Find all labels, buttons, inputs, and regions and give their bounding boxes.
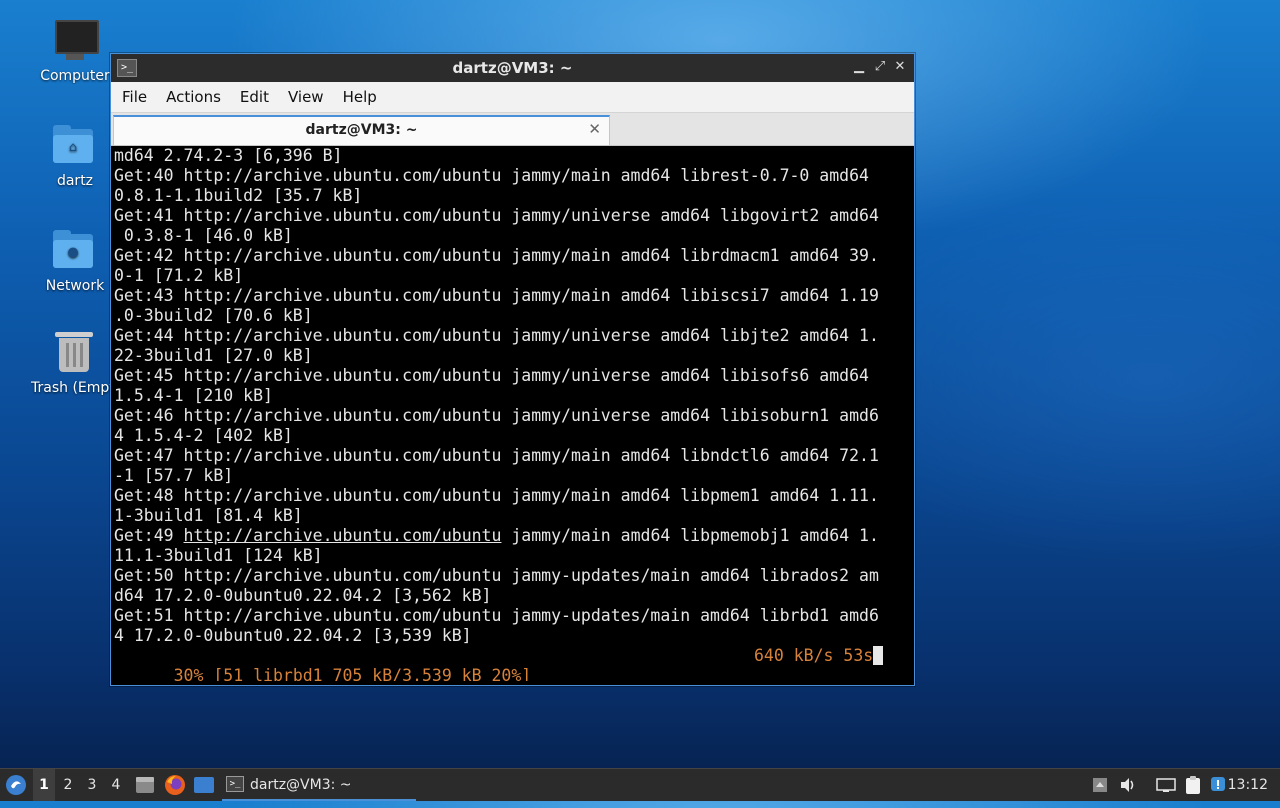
tray-eject-icon[interactable] <box>1090 769 1110 801</box>
desktop-show-icon[interactable] <box>192 769 216 801</box>
computer-icon <box>51 18 99 62</box>
terminal-line: Get:50 http://archive.ubuntu.com/ubuntu … <box>114 566 879 585</box>
terminal-line: Get:47 http://archive.ubuntu.com/ubuntu … <box>114 446 879 465</box>
taskbar: 1 2 3 4 >_ dartz@VM3: ~ 13:12 <box>0 768 1280 801</box>
desktop-icon-label: Network <box>45 278 105 294</box>
terminal-line: 1.5.4-1 [210 kB] <box>114 386 273 405</box>
apt-progress-line: 30% [51 librbd1 705 kB/3,539 kB 20%] 640… <box>114 646 909 681</box>
terminal-tab[interactable]: dartz@VM3: ~ ✕ <box>113 115 610 145</box>
taskbar-task-terminal[interactable]: >_ dartz@VM3: ~ <box>222 769 416 801</box>
window-title: dartz@VM3: ~ <box>452 59 573 77</box>
terminal-text: Get:49 <box>114 526 184 545</box>
workspace-3[interactable]: 3 <box>81 769 103 801</box>
firefox-icon[interactable] <box>163 769 187 801</box>
terminal-text: jammy/main amd64 libpmemobj1 amd64 1. <box>501 526 879 545</box>
terminal-line: .0-3build2 [70.6 kB] <box>114 306 313 325</box>
terminal-line: -1 [57.7 kB] <box>114 466 234 485</box>
menu-edit[interactable]: Edit <box>232 82 277 112</box>
close-icon[interactable]: ✕ <box>891 58 909 76</box>
home-folder-icon: ⌂ <box>51 123 99 167</box>
terminal-output[interactable]: md64 2.74.2-3 [6,396 B] Get:40 http://ar… <box>114 146 909 681</box>
progress-speed-eta: 640 kB/s 53s <box>754 646 884 666</box>
terminal-line: d64 17.2.0-0ubuntu0.22.04.2 [3,562 kB] <box>114 586 492 605</box>
tab-bar: dartz@VM3: ~ ✕ <box>111 113 914 146</box>
terminal-line: Get:40 http://archive.ubuntu.com/ubuntu … <box>114 166 869 185</box>
menu-bar: File Actions Edit View Help <box>111 82 914 113</box>
tab-label: dartz@VM3: ~ <box>305 122 418 138</box>
menu-help[interactable]: Help <box>335 82 385 112</box>
maximize-icon[interactable]: ⤢ <box>871 58 889 76</box>
terminal-line: Get:51 http://archive.ubuntu.com/ubuntu … <box>114 606 879 625</box>
whisker-menu-icon[interactable] <box>4 769 28 801</box>
task-label: dartz@VM3: ~ <box>250 777 352 793</box>
terminal-line: 1-3build1 [81.4 kB] <box>114 506 303 525</box>
tab-close-icon[interactable]: ✕ <box>588 120 601 138</box>
minimize-icon[interactable]: ▁ <box>850 58 868 76</box>
terminal-line: md64 2.74.2-3 [6,396 B] <box>114 146 343 165</box>
terminal-line: 0-1 [71.2 kB] <box>114 266 244 285</box>
updates-notification-icon[interactable] <box>1207 769 1229 801</box>
clock[interactable]: 13:12 <box>1228 769 1268 801</box>
terminal-line: 22-3build1 [27.0 kB] <box>114 346 313 365</box>
terminal-line: 4 1.5.4-2 [402 kB] <box>114 426 293 445</box>
terminal-line: Get:42 http://archive.ubuntu.com/ubuntu … <box>114 246 879 265</box>
workspace-2[interactable]: 2 <box>57 769 79 801</box>
progress-status: 30% [51 librbd1 705 kB/3,539 kB 20%] <box>173 666 532 681</box>
terminal-line-with-link: Get:49 http://archive.ubuntu.com/ubuntu … <box>114 526 909 546</box>
workspace-4[interactable]: 4 <box>105 769 127 801</box>
terminal-line: 0.8.1-1.1build2 [35.7 kB] <box>114 186 363 205</box>
terminal-line: Get:44 http://archive.ubuntu.com/ubuntu … <box>114 326 879 345</box>
network-tray-icon[interactable] <box>1155 769 1177 801</box>
terminal-line: Get:46 http://archive.ubuntu.com/ubuntu … <box>114 406 879 425</box>
terminal-window[interactable]: >_ dartz@VM3: ~ ▁ ⤢ ✕ File Actions Edit Vie… <box>110 53 915 686</box>
terminal-url-link[interactable]: http://archive.ubuntu.com/ubuntu <box>184 526 502 545</box>
window-titlebar[interactable]: >_ dartz@VM3: ~ ▁ ⤢ ✕ <box>111 54 914 82</box>
terminal-line: Get:41 http://archive.ubuntu.com/ubuntu … <box>114 206 879 225</box>
terminal-line: 4 17.2.0-0ubuntu0.22.04.2 [3,539 kB] <box>114 626 472 645</box>
desktop-icon-label: Computer <box>40 68 110 84</box>
workspace-1[interactable]: 1 <box>33 769 55 801</box>
volume-icon[interactable] <box>1118 769 1138 801</box>
terminal-line: Get:45 http://archive.ubuntu.com/ubuntu … <box>114 366 869 385</box>
file-manager-icon[interactable] <box>134 769 156 801</box>
terminal-cursor <box>873 646 884 665</box>
terminal-line: 11.1-3build1 [124 kB] <box>114 546 323 565</box>
menu-file[interactable]: File <box>114 82 155 112</box>
desktop-icon-label: Trash (Empty) <box>31 380 119 396</box>
menu-view[interactable]: View <box>280 82 332 112</box>
trash-icon <box>51 330 99 374</box>
terminal-line: Get:43 http://archive.ubuntu.com/ubuntu … <box>114 286 879 305</box>
desktop-icon-label: dartz <box>56 173 94 189</box>
terminal-line: 0.3.8-1 [46.0 kB] <box>114 226 293 245</box>
menu-actions[interactable]: Actions <box>158 82 229 112</box>
network-folder-icon: ● <box>51 228 99 272</box>
terminal-line: Get:48 http://archive.ubuntu.com/ubuntu … <box>114 486 879 505</box>
progress-speed-text: 640 kB/s 53s <box>754 646 874 665</box>
terminal-task-icon: >_ <box>226 776 244 792</box>
clipboard-icon[interactable] <box>1182 769 1204 801</box>
